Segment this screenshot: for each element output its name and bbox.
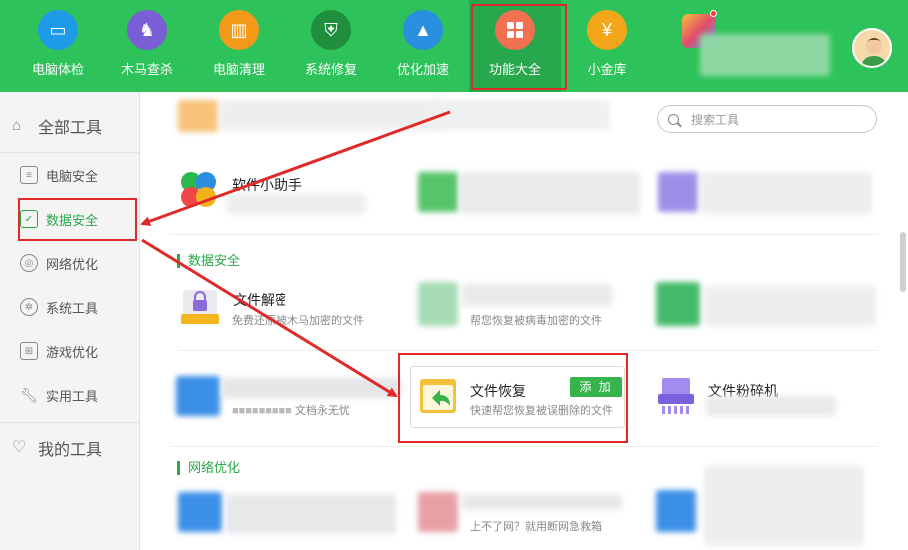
sidebar-item-label: 实用工具 [46,388,99,404]
sidebar-item-system-tools[interactable]: ✲ 系统工具 [0,285,140,329]
blurred-region [222,378,402,398]
sidebar-item-game[interactable]: ⊞ 游戏优化 [0,329,140,373]
wrench-icon: 🔧︎ [20,386,38,403]
sidebar-my-tools-label: 我的工具 [38,442,103,459]
blurred-region [704,466,864,546]
nav-pc-cleanup[interactable]: ▥ 电脑清理 [193,0,285,92]
scrollbar[interactable] [900,232,906,292]
tool-desc: 上不了网？就用断网急救箱 [470,521,602,533]
sidebar-all-tools-label: 全部工具 [38,120,103,137]
nav-label: 木马查杀 [120,62,173,77]
blurred-region [706,396,836,416]
screen-icon: ≡ [20,166,38,184]
tool-name[interactable]: 软件小助手 [232,175,302,195]
blurred-region [656,282,700,326]
blurred-region [460,172,640,214]
sidebar-item-pc-security[interactable]: ≡ 电脑安全 [0,153,140,197]
tool-desc-tail: 文档永无忧 [294,405,350,417]
file-decrypt-icon[interactable] [180,286,220,326]
blurred-region [178,492,222,532]
highlight-box-sidebar [18,198,137,241]
heart-icon: ♡ [12,439,27,456]
sidebar-all-tools[interactable]: ⌂ 全部工具 [0,96,140,156]
search-input[interactable]: 搜索工具 [657,105,877,133]
nav-label: 小金库 [587,62,627,77]
notification-dot [710,10,717,17]
blurred-region [656,490,696,532]
nav-treasury[interactable]: ¥ 小金库 [561,0,653,92]
section-title-network: 网络优化 [177,461,240,475]
gear-icon: ✲ [20,298,38,316]
blurred-region [704,286,876,326]
shield-icon: ⛨ [311,10,351,50]
blurred-region [700,172,872,214]
sidebar-item-label: 游戏优化 [46,344,99,360]
network-icon: ◎ [20,254,38,272]
section-divider [170,234,878,235]
nav-optimize[interactable]: ▲ 优化加速 [377,0,469,92]
tool-desc: 帮您恢复被病毒加密的文件 [470,315,602,327]
software-helper-icon[interactable] [180,170,218,208]
nav-system-repair[interactable]: ⛨ 系统修复 [285,0,377,92]
sidebar-item-label: 电脑安全 [46,168,99,184]
blurred-region [462,494,622,510]
top-nav-bar: ▭ 电脑体检 ♞ 木马查杀 ▥ 电脑清理 ⛨ 系统修复 ▲ 优化加速 功能大全 … [0,0,908,92]
gamepad-icon: ⊞ [20,342,38,360]
nav-label: 系统修复 [304,62,357,77]
blurred-region [220,100,440,130]
search-placeholder: 搜索工具 [691,112,740,127]
file-shredder-icon[interactable] [656,376,696,416]
blurred-region [226,194,366,214]
section-title-data-security: 数据安全 [177,254,240,268]
tool-name[interactable]: 文件解密 [233,290,285,310]
blurred-region [418,282,458,326]
blurred-region [658,172,698,212]
blurred-region [462,284,612,306]
highlight-box-card [398,353,628,443]
coin-icon: ¥ [587,10,627,50]
row-divider [178,350,878,351]
blurred-region [176,376,220,416]
toolbox-icon: ⌂ [12,117,22,134]
blurred-region [430,100,610,130]
search-icon [668,113,679,125]
sidebar-item-network[interactable]: ◎ 网络优化 [0,241,140,285]
sidebar: ⌂ 全部工具 ≡ 电脑安全 ✓ 数据安全 ◎ 网络优化 ✲ 系统工具 ⊞ 游戏优… [0,92,140,550]
sidebar-item-label: 网络优化 [46,256,99,272]
blurred-region [418,492,458,532]
blurred-region [418,172,458,212]
sidebar-item-label: 系统工具 [46,300,99,316]
sidebar-my-tools[interactable]: ♡ 我的工具 [0,418,140,478]
nav-label: 电脑体检 [31,62,84,77]
section-divider [170,446,878,447]
nav-label: 电脑清理 [212,62,265,77]
nav-label: 优化加速 [396,62,449,77]
horse-icon: ♞ [127,10,167,50]
blurred-region [226,494,396,534]
nav-pc-checkup[interactable]: ▭ 电脑体检 [12,0,104,92]
broom-icon: ▥ [219,10,259,50]
tool-desc: 免费还原被木马加密的文件 [232,315,364,327]
blurred-region [700,34,830,76]
sidebar-item-utilities[interactable]: 🔧︎ 实用工具 [0,373,140,417]
highlight-box-nav [471,4,567,90]
blurred-region [178,100,218,132]
user-avatar[interactable] [852,28,892,68]
nav-trojan-scan[interactable]: ♞ 木马查杀 [101,0,193,92]
tool-desc: ■■■■■■■■■ 文档永无忧 [232,405,350,417]
monitor-icon: ▭ [38,10,78,50]
rocket-icon: ▲ [403,10,443,50]
